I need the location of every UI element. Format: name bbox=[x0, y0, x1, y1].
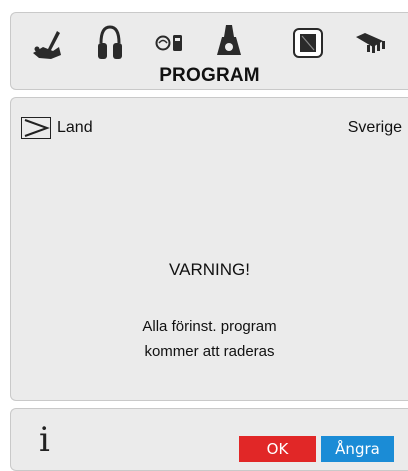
warning-message-line1: Alla förinst. program bbox=[142, 318, 277, 335]
footer-panel: i OK Ångra bbox=[10, 408, 408, 471]
content-panel: Land Sverige VARNING! Alla förinst. prog… bbox=[10, 97, 408, 401]
menu-header-panel: PROGRAM bbox=[10, 12, 408, 90]
country-label: Land bbox=[57, 119, 93, 136]
warning-title: VARNING! bbox=[169, 260, 250, 279]
country-setting-row[interactable]: Land bbox=[21, 117, 93, 139]
book-icon[interactable] bbox=[292, 27, 324, 59]
info-icon[interactable]: i bbox=[39, 423, 50, 457]
warning-message-line2: kommer att raderas bbox=[144, 343, 275, 360]
cancel-button[interactable]: Ångra bbox=[321, 436, 394, 462]
scart-connector-icon[interactable] bbox=[353, 27, 387, 57]
parental-lock-icon[interactable] bbox=[214, 23, 244, 61]
remote-icon[interactable] bbox=[154, 31, 186, 55]
play-arrow-icon bbox=[21, 117, 51, 139]
headphones-icon[interactable] bbox=[96, 23, 124, 63]
ok-button[interactable]: OK bbox=[239, 436, 316, 462]
country-value[interactable]: Sverige bbox=[348, 119, 402, 137]
tools-icon[interactable] bbox=[29, 27, 65, 63]
menu-title: PROGRAM bbox=[159, 65, 260, 86]
